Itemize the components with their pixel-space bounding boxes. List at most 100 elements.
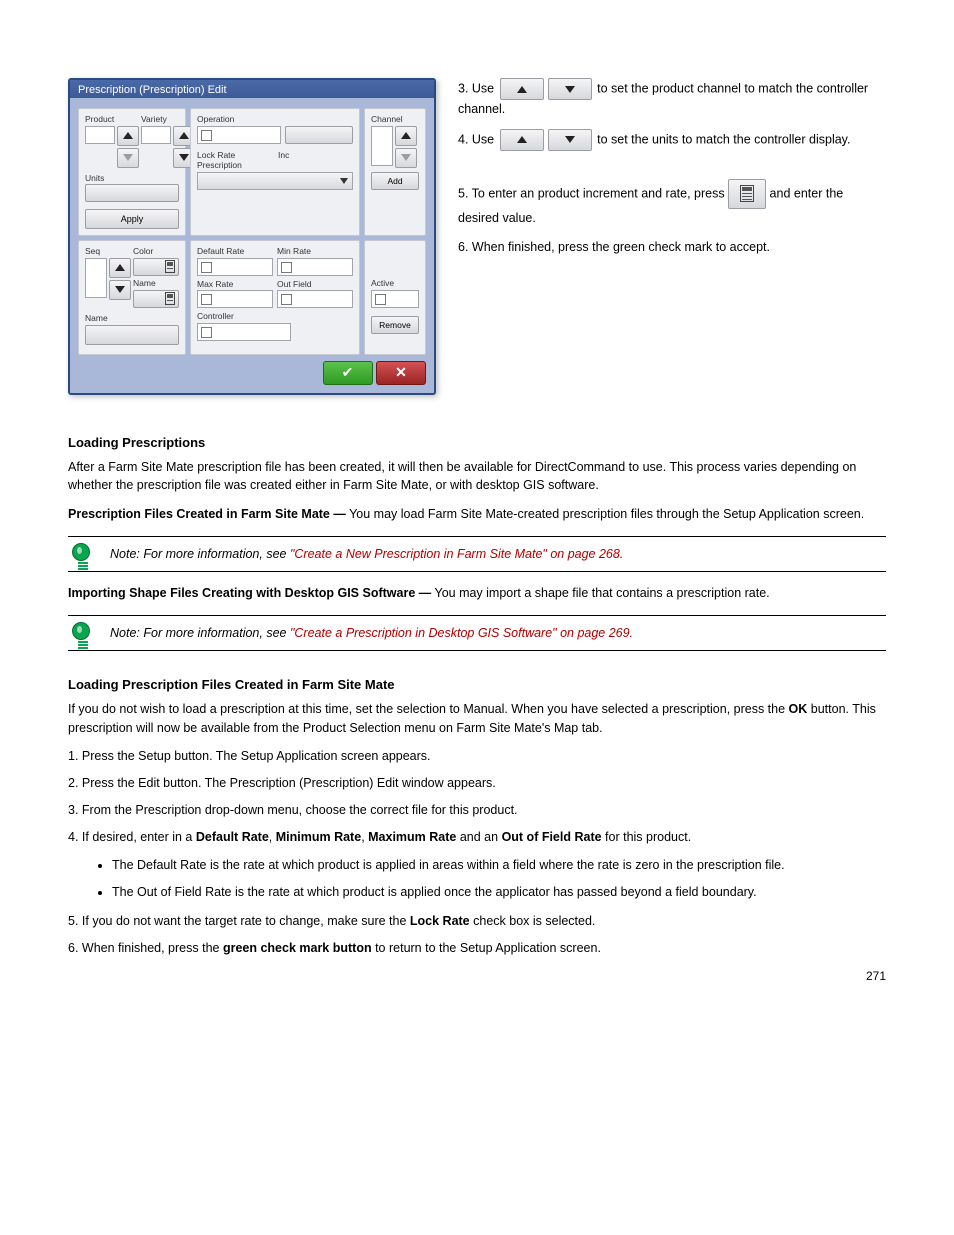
product-down-button[interactable] bbox=[117, 148, 139, 168]
lockrate-label: Lock Rate bbox=[197, 151, 272, 160]
apply-button[interactable]: Apply bbox=[85, 209, 179, 229]
maxrate-label: Max Rate bbox=[197, 280, 273, 289]
minrate-input[interactable] bbox=[277, 258, 353, 276]
color-label: Color bbox=[133, 247, 179, 256]
prescription-select[interactable] bbox=[197, 172, 353, 190]
dialog-col-active: Active Remove bbox=[364, 240, 426, 355]
up-arrow-icon bbox=[179, 132, 189, 139]
inline-up-button[interactable] bbox=[500, 129, 544, 151]
down-arrow-icon bbox=[123, 154, 133, 161]
dialog-col-products: Product Variety bbox=[78, 108, 186, 236]
note-block-2: Note: For more information, see "Create … bbox=[68, 615, 886, 651]
para-fsm-rest: You may load Farm Site Mate-created pres… bbox=[349, 507, 864, 521]
close-icon: ✕ bbox=[395, 364, 407, 381]
down-arrow-icon bbox=[401, 154, 411, 161]
note1-text: For more information, see bbox=[143, 547, 290, 561]
seq-label: Seq bbox=[85, 247, 131, 256]
list-item: 1. Press the Setup button. The Setup App… bbox=[68, 747, 886, 766]
up-arrow-icon bbox=[517, 136, 527, 143]
name-button[interactable] bbox=[85, 325, 179, 345]
page-number: 271 bbox=[866, 969, 886, 983]
down-arrow-icon bbox=[115, 286, 125, 293]
outfield-label: Out Field bbox=[277, 280, 353, 289]
step4-text-a: 4. Use bbox=[458, 132, 498, 146]
heading-loading-fsm: Loading Prescription Files Created in Fa… bbox=[68, 677, 886, 692]
dialog-title: Prescription (Prescription) Edit bbox=[70, 80, 434, 98]
para-intro: After a Farm Site Mate prescription file… bbox=[68, 458, 886, 496]
para4a: If you do not wish to load a prescriptio… bbox=[68, 702, 789, 716]
color-row-1[interactable] bbox=[133, 258, 179, 276]
product-label: Product bbox=[85, 115, 139, 124]
steps-list: 1. Press the Setup button. The Setup App… bbox=[68, 747, 886, 846]
name1-label: Name bbox=[133, 279, 179, 288]
heading-loading-prescriptions: Loading Prescriptions bbox=[68, 435, 886, 450]
check-icon: ✔ bbox=[342, 364, 354, 381]
para-fsm-bold: Prescription Files Created in Farm Site … bbox=[68, 507, 346, 521]
list-item: The Default Rate is the rate at which pr… bbox=[112, 856, 886, 875]
inc-field[interactable] bbox=[285, 126, 353, 144]
variety-input[interactable] bbox=[141, 126, 171, 144]
inline-calculator-button[interactable] bbox=[728, 179, 766, 209]
calculator-icon bbox=[165, 260, 175, 273]
defaultrate-label: Default Rate bbox=[197, 247, 273, 256]
note-block-1: Note: For more information, see "Create … bbox=[68, 536, 886, 572]
inc-label: Inc bbox=[278, 151, 353, 160]
color-row-2[interactable] bbox=[133, 290, 179, 308]
active-checkbox[interactable] bbox=[371, 290, 419, 308]
list-item: 4. If desired, enter in a Default Rate, … bbox=[68, 828, 886, 847]
step3-text-a: 3. Use bbox=[458, 81, 498, 95]
inline-down-button[interactable] bbox=[548, 78, 592, 100]
channel-label: Channel bbox=[371, 115, 419, 124]
prescription-edit-dialog: Prescription (Prescription) Edit Product bbox=[68, 78, 436, 395]
step6-text: 6. When finished, press the green check … bbox=[458, 238, 886, 257]
list-item: 3. From the Prescription drop-down menu,… bbox=[68, 801, 886, 820]
add-button[interactable]: Add bbox=[371, 172, 419, 190]
active-label: Active bbox=[371, 279, 419, 288]
down-arrow-icon bbox=[565, 86, 575, 93]
lightbulb-icon bbox=[72, 543, 94, 573]
list-item: 2. Press the Edit button. The Prescripti… bbox=[68, 774, 886, 793]
dialog-col-channel: Channel Add bbox=[364, 108, 426, 236]
channel-input[interactable] bbox=[371, 126, 393, 166]
cancel-button[interactable]: ✕ bbox=[376, 361, 426, 385]
controller-input[interactable] bbox=[197, 323, 291, 341]
channel-down-button[interactable] bbox=[395, 148, 417, 168]
seq-down-button[interactable] bbox=[109, 280, 131, 300]
product-up-button[interactable] bbox=[117, 126, 139, 146]
para-shape-rest: You may import a shape file that contain… bbox=[435, 586, 770, 600]
product-input[interactable] bbox=[85, 126, 115, 144]
list-item: 5. If you do not want the target rate to… bbox=[68, 912, 886, 931]
step5-text-a: 5. To enter an product increment and rat… bbox=[458, 186, 728, 200]
up-arrow-icon bbox=[401, 132, 411, 139]
remove-button[interactable]: Remove bbox=[371, 316, 419, 334]
note1-link[interactable]: "Create a New Prescription in Farm Site … bbox=[290, 547, 623, 561]
channel-up-button[interactable] bbox=[395, 126, 417, 146]
dialog-col-rates: Default Rate Min Rate Max Rate bbox=[190, 240, 360, 355]
seq-input[interactable] bbox=[85, 258, 107, 298]
up-arrow-icon bbox=[115, 264, 125, 271]
calculator-icon bbox=[740, 185, 754, 202]
outfield-input[interactable] bbox=[277, 290, 353, 308]
up-arrow-icon bbox=[123, 132, 133, 139]
operation-label: Operation bbox=[197, 115, 353, 124]
step4-text-b: to set the units to match the controller… bbox=[597, 132, 850, 146]
name2-label: Name bbox=[85, 314, 179, 323]
down-arrow-icon bbox=[565, 136, 575, 143]
defaultrate-input[interactable] bbox=[197, 258, 273, 276]
note2-link[interactable]: "Create a Prescription in Desktop GIS So… bbox=[290, 626, 633, 640]
ok-button[interactable]: ✔ bbox=[323, 361, 373, 385]
seq-up-button[interactable] bbox=[109, 258, 131, 278]
controller-label: Controller bbox=[197, 312, 353, 321]
note2-text: For more information, see bbox=[143, 626, 290, 640]
maxrate-input[interactable] bbox=[197, 290, 273, 308]
dialog-col-operation: Operation Lock Rate Inc Prescri bbox=[190, 108, 360, 236]
operation-field[interactable] bbox=[197, 126, 281, 144]
units-field[interactable] bbox=[85, 184, 179, 202]
para4-ok: OK bbox=[789, 702, 808, 716]
para-shape-bold: Importing Shape Files Creating with Desk… bbox=[68, 586, 431, 600]
inline-up-button[interactable] bbox=[500, 78, 544, 100]
down-arrow-icon bbox=[179, 154, 189, 161]
lightbulb-icon bbox=[72, 622, 94, 652]
inline-down-button[interactable] bbox=[548, 129, 592, 151]
note2-label: Note: bbox=[110, 626, 140, 640]
